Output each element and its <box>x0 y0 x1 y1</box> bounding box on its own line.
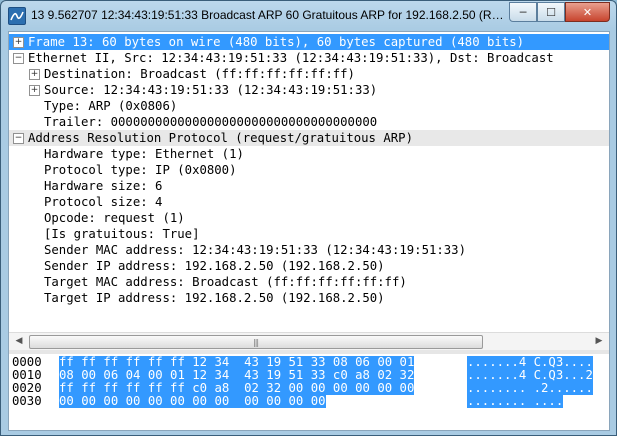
hex-dump-pane[interactable]: 0000 ff ff ff ff ff ff 12 34 43 19 51 33 … <box>9 354 609 430</box>
tree-row-label: Protocol size: 4 <box>44 195 163 209</box>
tree-row-label: Target IP address: 192.168.2.50 (192.168… <box>44 291 385 305</box>
scrollbar-grip: ||| <box>253 338 259 347</box>
tree-row[interactable]: + Frame 13: 60 bytes on wire (480 bits), … <box>9 34 609 50</box>
tree-row-label: Opcode: request (1) <box>44 211 185 225</box>
collapse-icon[interactable]: − <box>13 133 24 144</box>
hex-bytes: 00 00 00 00 00 00 00 00 00 00 00 00 <box>59 394 326 408</box>
packet-detail-tree[interactable]: + Frame 13: 60 bytes on wire (480 bits), … <box>9 32 609 332</box>
tree-row-label: Sender MAC address: 12:34:43:19:51:33 (1… <box>44 243 466 257</box>
scroll-right-arrow-icon[interactable]: ▶ <box>591 334 607 349</box>
hex-ascii: ........ .... <box>467 394 564 408</box>
tree-row[interactable]: − Address Resolution Protocol (request/gr… <box>9 130 609 146</box>
window-controls: ─ ☐ ✕ <box>509 2 610 22</box>
expand-icon[interactable]: + <box>13 37 24 48</box>
tree-row-label: Hardware size: 6 <box>44 179 163 193</box>
expand-icon[interactable]: + <box>29 85 40 96</box>
close-button[interactable]: ✕ <box>565 2 610 22</box>
tree-row-label: Target MAC address: Broadcast (ff:ff:ff:… <box>44 275 407 289</box>
tree-row-label: Destination: Broadcast (ff:ff:ff:ff:ff:f… <box>44 67 355 81</box>
scrollbar-thumb[interactable]: ||| <box>29 335 483 349</box>
wireshark-app-icon[interactable] <box>8 7 26 25</box>
tree-row-label: Sender IP address: 192.168.2.50 (192.168… <box>44 259 385 273</box>
window-title: 13 9.562707 12:34:43:19:51:33 Broadcast … <box>31 8 509 22</box>
title-bar[interactable]: 13 9.562707 12:34:43:19:51:33 Broadcast … <box>1 1 616 31</box>
tree-row-label: Type: ARP (0x0806) <box>44 99 178 113</box>
tree-row-label: Frame 13: 60 bytes on wire (480 bits), 6… <box>28 35 525 49</box>
hex-offset: 0030 <box>12 394 42 408</box>
scroll-left-arrow-icon[interactable]: ◀ <box>11 334 27 349</box>
hex-row[interactable]: 0030 00 00 00 00 00 00 00 00 00 00 00 00.… <box>9 395 609 408</box>
tree-row-label: [Is gratuitous: True] <box>44 227 200 241</box>
expand-icon[interactable]: + <box>29 69 40 80</box>
horizontal-scrollbar[interactable]: ◀ ||| ▶ <box>9 332 609 350</box>
maximize-button[interactable]: ☐ <box>537 2 565 22</box>
packet-details-window: 13 9.562707 12:34:43:19:51:33 Broadcast … <box>0 0 617 436</box>
tree-row-label: Source: 12:34:43:19:51:33 (12:34:43:19:5… <box>44 83 378 97</box>
client-area: + Frame 13: 60 bytes on wire (480 bits), … <box>8 31 610 431</box>
tree-row-label: Protocol type: IP (0x0800) <box>44 163 237 177</box>
tree-row-label: Address Resolution Protocol (request/gra… <box>28 131 413 145</box>
collapse-icon[interactable]: − <box>13 53 24 64</box>
tree-row-label: Ethernet II, Src: 12:34:43:19:51:33 (12:… <box>28 51 554 65</box>
tree-row-label: Trailer: 0000000000000000000000000000000… <box>44 115 378 129</box>
minimize-button[interactable]: ─ <box>509 2 537 22</box>
tree-row-label: Hardware type: Ethernet (1) <box>44 147 244 161</box>
